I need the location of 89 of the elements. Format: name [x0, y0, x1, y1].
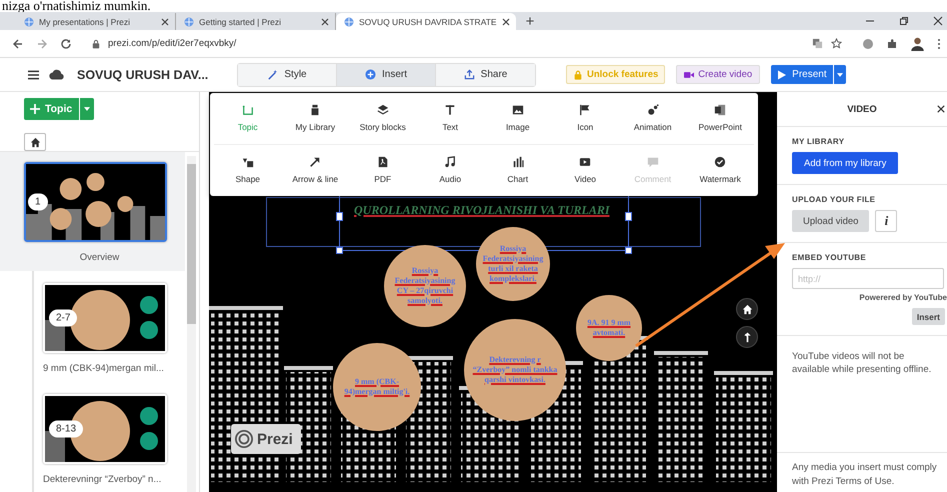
- present-button[interactable]: Present: [771, 65, 833, 84]
- insert-menu-item[interactable]: Story blocks: [349, 93, 416, 144]
- caret-icon: [84, 107, 90, 111]
- slide-title: QUROLLARNING RIVOJLANISHI VA TURLARI: [354, 203, 610, 218]
- topic-label[interactable]: Overview: [80, 252, 120, 263]
- back-button[interactable]: [736, 326, 758, 348]
- close-icon[interactable]: [502, 18, 510, 26]
- insert-menu-item[interactable]: Icon: [552, 93, 619, 144]
- comet-icon: [646, 104, 659, 116]
- topic-label[interactable]: 9 mm (CBK-94)mergan mil...: [43, 363, 185, 374]
- text-icon: [444, 104, 456, 116]
- browser-tab[interactable]: My presentations | Prezi: [16, 13, 176, 30]
- section-heading: MY LIBRARY: [792, 137, 844, 146]
- section-heading: UPLOAD YOUR FILE: [792, 195, 876, 204]
- slide-thumbnail[interactable]: 1: [24, 162, 167, 242]
- slides-icon: [714, 104, 726, 116]
- layers-icon: [376, 104, 389, 116]
- powered-by-text: Powerered by YouTube: [859, 293, 947, 302]
- insert-menu-item[interactable]: My Library: [282, 93, 349, 144]
- music-note-icon: [444, 156, 456, 168]
- add-from-library-button[interactable]: Add from my library: [792, 152, 898, 174]
- home-button[interactable]: [736, 298, 758, 320]
- terms-note: Any media you insert must comply with Prezi Terms of Use.: [792, 461, 938, 488]
- restore-icon[interactable]: [899, 16, 909, 26]
- presentation-title[interactable]: SOVUQ URUSH DAV...: [77, 68, 237, 82]
- insert-menu-item[interactable]: Animation: [619, 93, 686, 144]
- more-icon[interactable]: [937, 38, 941, 50]
- cloud-icon[interactable]: [49, 69, 65, 80]
- section-heading: EMBED YOUTUBE: [792, 253, 866, 262]
- lock-icon: [92, 38, 100, 48]
- check-circle-icon: [714, 156, 726, 168]
- upload-video-button[interactable]: Upload video: [792, 210, 870, 232]
- resize-handle[interactable]: [336, 247, 343, 254]
- home-icon: [30, 136, 40, 148]
- menu-icon[interactable]: [28, 70, 39, 80]
- offline-note: YouTube videos will not be available while presenting offline.: [792, 350, 932, 377]
- mode-tab[interactable]: Style: [238, 64, 337, 86]
- scrollbar[interactable]: [187, 156, 196, 492]
- resize-handle[interactable]: [625, 247, 632, 254]
- mode-tab[interactable]: Insert: [337, 64, 436, 86]
- flag-icon: [579, 104, 592, 116]
- close-icon[interactable]: [161, 18, 169, 26]
- insert-menu-item[interactable]: Text: [416, 93, 484, 144]
- magic-wand-icon: [267, 69, 278, 80]
- shapes-icon: [242, 156, 254, 168]
- play-icon: [579, 156, 592, 168]
- resize-handle[interactable]: [625, 212, 632, 221]
- resize-handle[interactable]: [336, 212, 343, 221]
- panel-title: VIDEO: [847, 104, 877, 114]
- circle-logo-icon: [235, 430, 253, 448]
- new-tab-button[interactable]: +: [526, 13, 534, 30]
- close-icon[interactable]: [933, 16, 943, 26]
- avatar-icon[interactable]: [910, 36, 925, 51]
- stack-icon: [309, 104, 322, 116]
- slide-thumbnail[interactable]: 8-13: [43, 394, 167, 464]
- insert-menu-item[interactable]: PowerPoint: [686, 93, 754, 144]
- url-input[interactable]: http://: [792, 268, 944, 289]
- slide-thumbnail[interactable]: 2-7: [43, 283, 167, 353]
- lock-icon: [573, 70, 583, 80]
- document-text: nizga o'rnatishimiz mumkin.: [2, 0, 151, 12]
- frame-icon: [242, 104, 254, 116]
- document-icon: [376, 156, 389, 168]
- home-icon: [742, 304, 752, 314]
- reload-icon[interactable]: [60, 38, 72, 50]
- topic-label[interactable]: Dekterevningr “Zverboy” n...: [43, 474, 185, 485]
- arrow-icon: [309, 156, 322, 168]
- caret-icon: [836, 72, 843, 76]
- star-icon[interactable]: [831, 38, 842, 49]
- topic-number: 8-13: [49, 420, 84, 438]
- back-arrow-icon[interactable]: [12, 38, 24, 50]
- plus-icon: [364, 69, 376, 80]
- home-button[interactable]: [24, 133, 46, 151]
- close-icon[interactable]: [937, 105, 945, 113]
- dropdown-button[interactable]: [80, 98, 94, 120]
- bar-chart-icon: [512, 156, 524, 168]
- insert-menu-item[interactable]: Image: [484, 93, 552, 144]
- insert-button[interactable]: Insert: [912, 308, 945, 325]
- browser-tab[interactable]: SOVUQ URUSH DAVRIDA STRATE: [336, 13, 516, 30]
- plus-icon: [30, 104, 40, 114]
- comment-icon: [646, 156, 659, 168]
- prezi-logo: Prezi: [231, 424, 301, 454]
- image-icon: [512, 104, 524, 116]
- upload-icon: [464, 69, 475, 80]
- close-icon[interactable]: [321, 18, 329, 26]
- create-video-button[interactable]: Create video: [676, 65, 760, 84]
- info-button[interactable]: i: [875, 210, 898, 232]
- play-icon: [777, 70, 788, 80]
- dropdown-button[interactable]: [834, 65, 846, 84]
- video-camera-icon: [684, 70, 694, 80]
